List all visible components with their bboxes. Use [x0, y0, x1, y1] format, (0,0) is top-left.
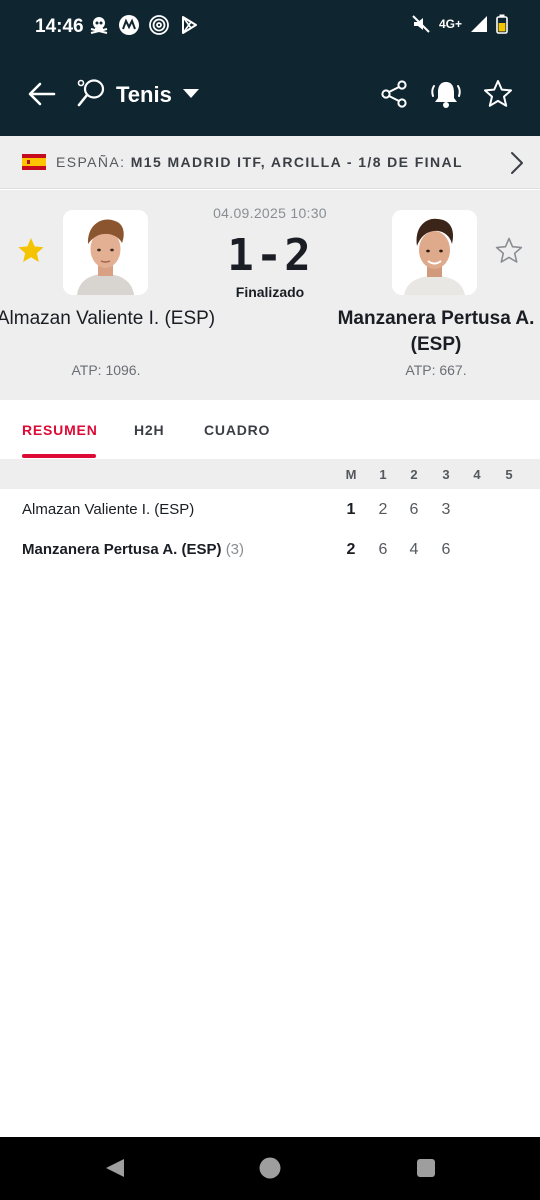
bell-icon[interactable]: [428, 76, 464, 112]
away-player-avatar[interactable]: [392, 210, 477, 295]
row-player-seed: (3): [225, 541, 245, 558]
home-player-photo: [63, 210, 148, 295]
tab-resumen[interactable]: RESUMEN: [22, 422, 98, 438]
away-player-rank: ATP: 667.: [405, 362, 467, 378]
network-type: 4G+: [438, 17, 462, 31]
match-score: 1-2: [227, 230, 313, 281]
league-title: ESPAÑA: M15 MADRID ITF, ARCILLA - 1/8 DE…: [56, 154, 463, 170]
tennis-racket-icon: [77, 79, 105, 107]
active-tab-indicator: [22, 454, 96, 458]
scoreboard-row-home[interactable]: Almazan Valiente I. (ESP) 1 2 6 3: [0, 490, 540, 530]
spain-flag-icon: [22, 154, 46, 170]
column-header-set-5: 5: [505, 467, 513, 482]
app-bar: Tenis: [0, 54, 540, 136]
row-set-1: 6: [378, 541, 388, 558]
match-status: Finalizado: [235, 284, 305, 300]
status-time: 14:46: [35, 16, 84, 37]
pirate-icon: [90, 17, 108, 34]
row-player-name-text: Manzanera Pertusa A. (ESP): [22, 541, 222, 558]
league-bar[interactable]: ESPAÑA: M15 MADRID ITF, ARCILLA - 1/8 DE…: [0, 136, 540, 189]
row-sets-won: 1: [346, 501, 356, 518]
row-set-2: 6: [409, 501, 419, 518]
match-header: 04.09.2025 10:30 1-2 Finalizado Almazan …: [0, 190, 540, 400]
away-player-photo: [392, 210, 477, 295]
row-set-2: 4: [409, 541, 419, 558]
home-player-avatar[interactable]: [63, 210, 148, 295]
sport-selector-label[interactable]: Tenis: [116, 82, 172, 108]
play-store-icon: [182, 16, 197, 34]
nav-home-icon[interactable]: [259, 1157, 281, 1179]
column-header-set-4: 4: [473, 467, 481, 482]
nav-recents-icon[interactable]: [416, 1158, 436, 1178]
column-header-set-2: 2: [410, 467, 418, 482]
match-date: 04.09.2025 10:30: [213, 205, 327, 221]
share-icon[interactable]: [378, 78, 410, 110]
status-bar: 14:46 4G+: [0, 0, 540, 54]
row-player-name: Almazan Valiente I. (ESP): [22, 501, 195, 518]
star-filled-icon[interactable]: [16, 236, 46, 266]
back-arrow-icon[interactable]: [26, 78, 58, 110]
row-player-name: Manzanera Pertusa A. (ESP) (3): [22, 541, 244, 558]
row-sets-won: 2: [346, 541, 356, 558]
battery-icon: [496, 14, 508, 34]
match-tabs: RESUMEN H2H CUADRO: [0, 401, 540, 459]
chevron-down-icon[interactable]: [182, 84, 200, 102]
home-player-name[interactable]: Almazan Valiente I. (ESP): [0, 306, 216, 332]
chevron-right-icon[interactable]: [508, 150, 526, 176]
scoreboard-header: M 1 2 3 4 5: [0, 459, 540, 489]
league-country: ESPAÑA:: [56, 154, 126, 170]
system-nav-bar: [0, 1137, 540, 1200]
nav-back-icon[interactable]: [104, 1157, 126, 1179]
column-header-set-3: 3: [442, 467, 450, 482]
tab-cuadro[interactable]: CUADRO: [204, 422, 270, 438]
mute-icon: [412, 15, 430, 33]
row-set-1: 2: [378, 501, 388, 518]
status-icons-left: [88, 14, 200, 36]
star-outline-icon[interactable]: [494, 236, 524, 266]
scoreboard-row-away[interactable]: Manzanera Pertusa A. (ESP) (3) 2 6 4 6: [0, 530, 540, 570]
row-set-3: 6: [441, 541, 451, 558]
star-outline-icon[interactable]: [482, 78, 514, 110]
status-icons-right: 4G+: [411, 14, 508, 34]
signal-icon: [471, 16, 487, 32]
column-header-match: M: [345, 467, 357, 482]
league-name: M15 MADRID ITF, ARCILLA - 1/8 DE FINAL: [130, 154, 463, 170]
home-player-rank: ATP: 1096.: [71, 362, 141, 378]
away-player-name[interactable]: Manzanera Pertusa A. (ESP): [326, 306, 540, 358]
row-set-3: 3: [441, 501, 451, 518]
tab-h2h[interactable]: H2H: [134, 422, 164, 438]
motorola-icon: [119, 15, 139, 35]
fingerprint-icon: [149, 15, 169, 35]
column-header-set-1: 1: [379, 467, 387, 482]
